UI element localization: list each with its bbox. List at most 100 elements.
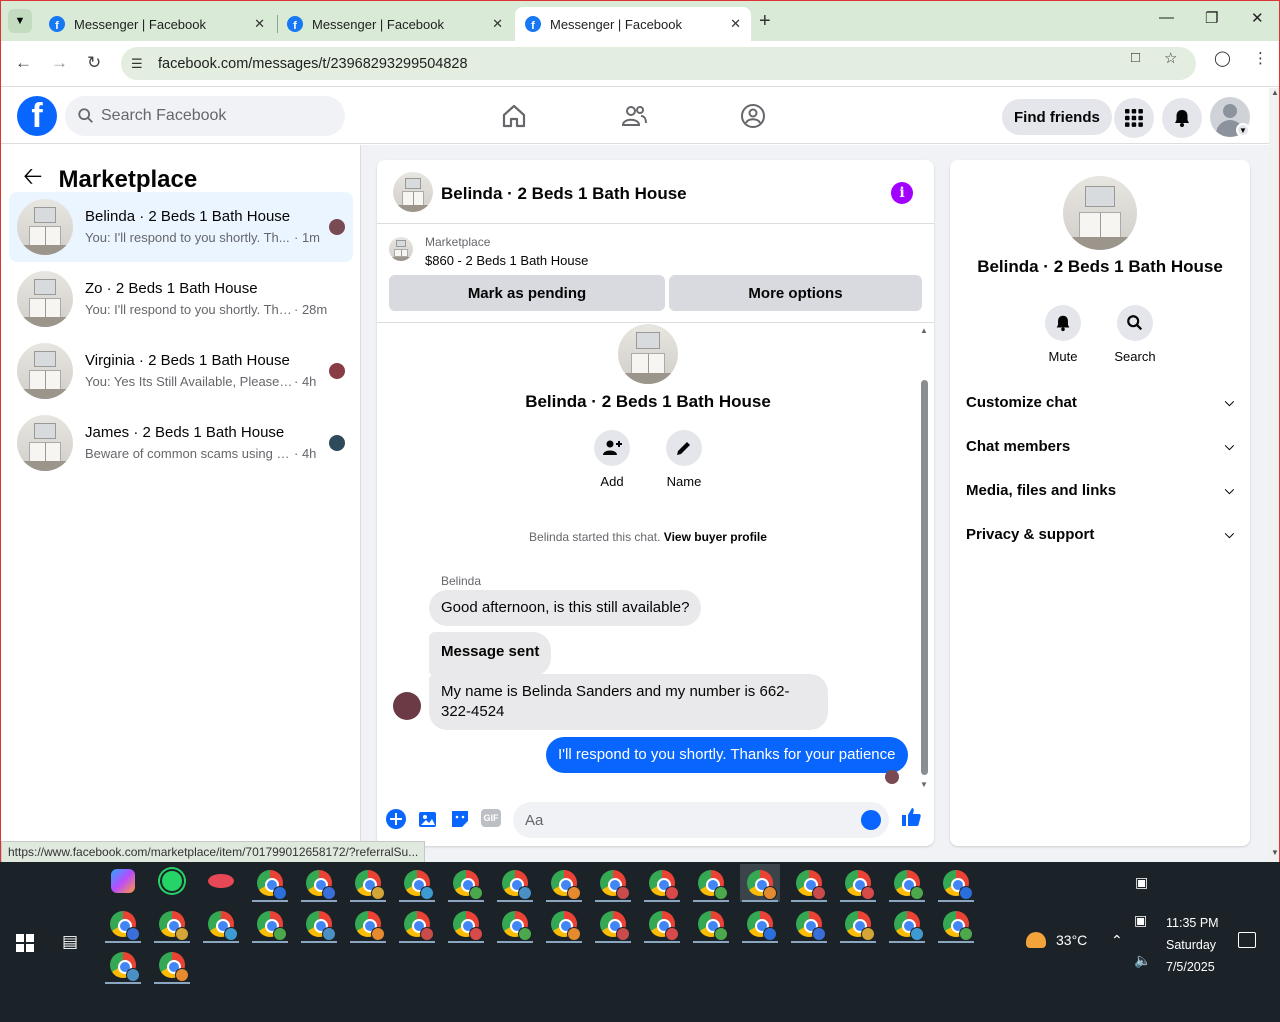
chrome-window-icon[interactable] bbox=[838, 864, 878, 902]
chrome-window-icon[interactable] bbox=[397, 864, 437, 902]
tab-1[interactable]: f Messenger | Facebook ✕ bbox=[39, 7, 275, 41]
chrome-window-icon[interactable] bbox=[446, 864, 486, 902]
chat-scrollbar[interactable]: ▲ ▼ bbox=[920, 326, 930, 789]
address-bar[interactable]: ☰ facebook.com/messages/t/23968293299504… bbox=[121, 47, 1196, 80]
install-app-icon[interactable]: □ bbox=[1131, 49, 1140, 66]
chrome-window-icon[interactable] bbox=[201, 905, 241, 943]
chat-members-section[interactable]: Chat members ⌵ bbox=[966, 426, 1234, 466]
listing-price-title[interactable]: $860 - 2 Beds 1 Bath House bbox=[425, 253, 588, 268]
back-icon[interactable]: ← bbox=[15, 53, 32, 73]
photo-icon[interactable] bbox=[417, 808, 439, 830]
facebook-search[interactable] bbox=[65, 96, 345, 136]
meet-now-icon[interactable]: ▣ bbox=[1135, 874, 1148, 891]
chrome-window-icon[interactable] bbox=[299, 864, 339, 902]
find-friends-button[interactable]: Find friends bbox=[1002, 99, 1112, 135]
task-view-icon[interactable]: ▤ bbox=[62, 932, 78, 952]
more-menu-icon[interactable]: ⋮ bbox=[1253, 49, 1268, 67]
site-settings-icon[interactable]: ☰ bbox=[131, 56, 149, 72]
chrome-window-icon[interactable] bbox=[250, 864, 290, 902]
chrome-window-icon[interactable] bbox=[740, 864, 780, 902]
view-buyer-profile-link[interactable]: View buyer profile bbox=[664, 530, 767, 544]
message-bubble-incoming[interactable]: Good afternoon, is this still available? bbox=[429, 590, 702, 626]
gif-icon[interactable]: GIF bbox=[481, 809, 501, 827]
windows-start-icon[interactable] bbox=[16, 934, 34, 952]
conversation-item[interactable]: Virginia · 2 Beds 1 Bath House You: Yes … bbox=[9, 336, 353, 406]
sender-avatar[interactable] bbox=[393, 692, 421, 720]
name-button[interactable]: Name bbox=[654, 430, 714, 489]
conversation-item[interactable]: James · 2 Beds 1 Bath House Beware of co… bbox=[9, 408, 353, 478]
chrome-window-icon[interactable] bbox=[887, 905, 927, 943]
scrollbar-thumb[interactable] bbox=[921, 380, 928, 775]
chrome-window-icon[interactable] bbox=[495, 905, 535, 943]
copilot-app-icon[interactable] bbox=[103, 862, 143, 900]
chrome-window-icon[interactable] bbox=[446, 905, 486, 943]
plus-icon[interactable] bbox=[385, 808, 407, 830]
minimize-icon[interactable]: — bbox=[1159, 9, 1174, 26]
restore-icon[interactable]: ❐ bbox=[1205, 9, 1218, 27]
close-icon[interactable]: ✕ bbox=[254, 16, 265, 32]
emoji-icon[interactable] bbox=[861, 810, 881, 830]
message-bubble-outgoing[interactable]: I'll respond to you shortly. Thanks for … bbox=[546, 737, 908, 773]
weather-widget[interactable]: 33°C bbox=[1026, 932, 1087, 948]
message-bubble-incoming[interactable]: My name is Belinda Sanders and my number… bbox=[429, 674, 828, 730]
chrome-window-icon[interactable] bbox=[103, 905, 143, 943]
scroll-down-icon[interactable]: ▼ bbox=[920, 780, 928, 789]
media-files-links-section[interactable]: Media, files and links ⌵ bbox=[966, 470, 1234, 510]
chrome-window-icon[interactable] bbox=[250, 905, 290, 943]
chat-header-thumbnail[interactable] bbox=[393, 172, 433, 212]
chrome-window-icon[interactable] bbox=[348, 905, 388, 943]
close-window-icon[interactable]: ✕ bbox=[1251, 9, 1264, 27]
message-bubble-incoming[interactable]: Message sent bbox=[429, 632, 552, 676]
page-scrollbar[interactable]: ▲ ▼ bbox=[1269, 88, 1279, 862]
sticker-icon[interactable] bbox=[449, 808, 471, 830]
friends-icon[interactable] bbox=[620, 102, 648, 130]
chrome-window-icon[interactable] bbox=[152, 946, 192, 984]
conversation-item[interactable]: Belinda · 2 Beds 1 Bath House You: I'll … bbox=[9, 192, 353, 262]
message-input[interactable] bbox=[525, 811, 845, 829]
chrome-window-icon[interactable] bbox=[887, 864, 927, 902]
scroll-up-icon[interactable]: ▲ bbox=[1271, 88, 1279, 97]
mute-button[interactable]: Mute bbox=[1033, 305, 1093, 364]
home-icon[interactable] bbox=[500, 102, 528, 130]
thumbs-up-icon[interactable] bbox=[900, 806, 922, 828]
chrome-window-icon[interactable] bbox=[642, 905, 682, 943]
tab-search-button[interactable]: ▼ bbox=[8, 9, 32, 33]
chrome-window-icon[interactable] bbox=[740, 905, 780, 943]
new-tab-icon[interactable]: + bbox=[759, 10, 771, 33]
notification-center-icon[interactable] bbox=[1238, 932, 1256, 948]
search-input[interactable] bbox=[101, 107, 321, 125]
chrome-window-icon[interactable] bbox=[152, 905, 192, 943]
chrome-window-icon[interactable] bbox=[593, 905, 633, 943]
volume-icon[interactable]: 🔈 bbox=[1134, 952, 1151, 969]
conversation-item[interactable]: Zo · 2 Beds 1 Bath House You: I'll respo… bbox=[9, 264, 353, 334]
show-hidden-icons-icon[interactable]: ⌃ bbox=[1111, 932, 1123, 949]
add-people-button[interactable]: Add bbox=[582, 430, 642, 489]
chrome-window-icon[interactable] bbox=[936, 864, 976, 902]
message-input-box[interactable] bbox=[513, 802, 889, 838]
chrome-window-icon[interactable] bbox=[348, 864, 388, 902]
chrome-window-icon[interactable] bbox=[495, 864, 535, 902]
system-clock[interactable]: 11:35 PM Saturday 7/5/2025 bbox=[1166, 912, 1219, 978]
groups-icon[interactable] bbox=[739, 102, 767, 130]
chrome-window-icon[interactable] bbox=[642, 864, 682, 902]
scroll-up-icon[interactable]: ▲ bbox=[920, 326, 928, 335]
mark-as-pending-button[interactable]: Mark as pending bbox=[389, 275, 665, 311]
chrome-window-icon[interactable] bbox=[397, 905, 437, 943]
close-icon[interactable]: ✕ bbox=[730, 16, 741, 32]
chrome-window-icon[interactable] bbox=[789, 864, 829, 902]
customize-chat-section[interactable]: Customize chat ⌵ bbox=[966, 382, 1234, 422]
chrome-window-icon[interactable] bbox=[544, 864, 584, 902]
chrome-window-icon[interactable] bbox=[299, 905, 339, 943]
profile-icon[interactable]: ◯ bbox=[1214, 49, 1231, 67]
chrome-window-icon[interactable] bbox=[691, 864, 731, 902]
facebook-logo[interactable]: f bbox=[17, 96, 57, 136]
chrome-window-icon[interactable] bbox=[838, 905, 878, 943]
snipping-tool-icon[interactable] bbox=[201, 862, 241, 900]
chevron-down-icon[interactable]: ▼ bbox=[1236, 123, 1250, 137]
notifications-button[interactable] bbox=[1162, 98, 1202, 138]
network-icon[interactable]: ▣ bbox=[1134, 912, 1147, 929]
info-icon[interactable]: i bbox=[891, 182, 913, 204]
tab-2[interactable]: f Messenger | Facebook ✕ bbox=[277, 7, 513, 41]
bookmark-star-icon[interactable]: ☆ bbox=[1164, 49, 1177, 67]
more-options-button[interactable]: More options bbox=[669, 275, 922, 311]
